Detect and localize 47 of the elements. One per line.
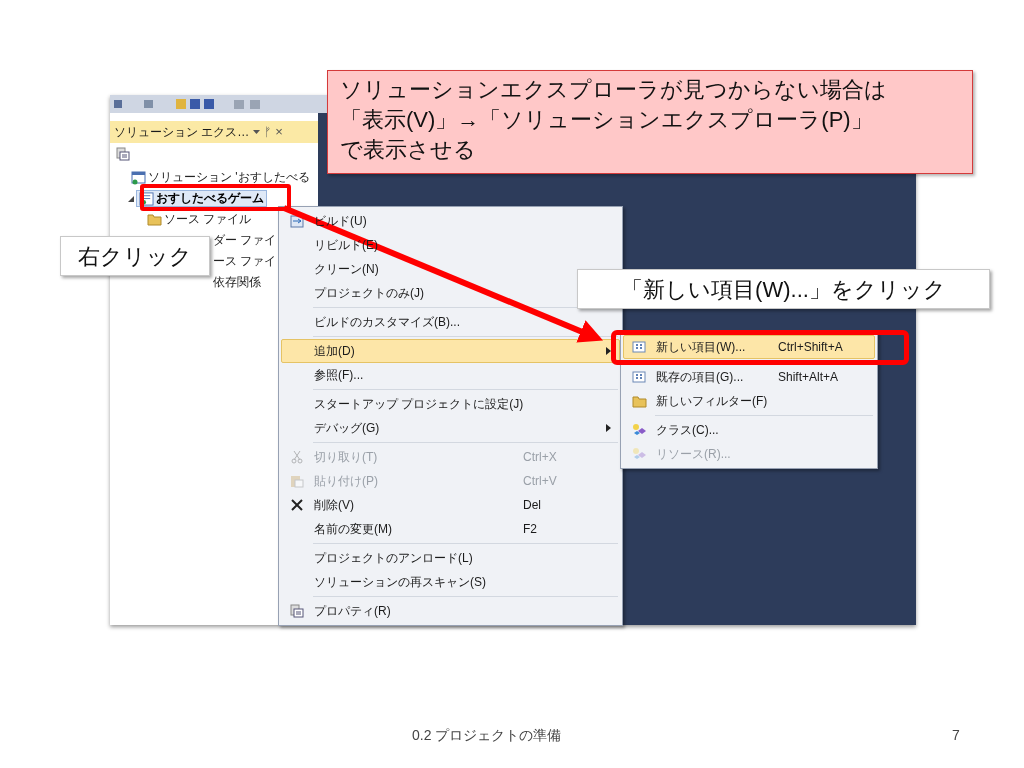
close-button[interactable]: × [275,122,283,142]
window-icon [290,214,304,228]
menu-item[interactable]: ビルドのカスタマイズ(B)... [281,310,620,334]
scissors-icon [290,450,304,464]
folder-icon [631,394,647,408]
page-number: 7 [952,726,960,745]
menu-item[interactable]: 削除(V) Del [281,493,620,517]
tree-item[interactable]: ース ファイ [210,253,280,270]
folder-icon [147,213,162,226]
delete-icon [291,499,303,511]
tree-item[interactable]: ソリューション 'おすしたべる [128,169,313,186]
tree-item[interactable]: ダー ファイ [210,232,280,249]
grid-icon [632,340,646,354]
pin-button[interactable]: ᚠ [264,123,272,141]
menu-item[interactable]: 追加(D) [281,339,620,363]
dropdown-icon[interactable] [253,130,261,134]
note-line: 「表示(V)」→「ソリューションエクスプローラ(P)」 [340,106,874,134]
menu-item[interactable]: 参照(F)... [281,363,620,387]
submenu-arrow-icon [606,424,611,432]
submenu-arrow-icon [606,347,611,355]
panel-title: ソリューション エクス… [114,124,250,141]
grid-icon [632,370,646,384]
tree-item[interactable]: おすしたべるゲーム [136,190,267,207]
menu-item[interactable]: 新しいフィルター(F) [623,389,875,413]
menu-item[interactable]: デバッグ(G) [281,416,620,440]
callout-tooltip: 「新しい項目(W)...」をクリック [577,269,990,309]
properties-icon [116,147,130,161]
menu-item[interactable]: 名前の変更(M) F2 [281,517,620,541]
tree-item[interactable]: ソース ファイル [144,211,255,228]
callout-tooltip: 右クリック [60,236,210,276]
solution-icon [131,170,146,185]
menu-item[interactable]: プロパティ(R) [281,599,620,623]
expand-triangle-icon[interactable] [128,195,134,202]
properties-icon [290,604,304,618]
menu-item[interactable]: クラス(C)... [623,418,875,442]
note-line: で表示させる [340,136,477,164]
menu-item[interactable]: ソリューションの再スキャン(S) [281,570,620,594]
menu-item[interactable]: プロジェクトのアンロード(L) [281,546,620,570]
class-icon [631,447,647,461]
menu-item[interactable]: スタートアップ プロジェクトに設定(J) [281,392,620,416]
note-line: ソリューションエクスプローラが見つからない場合は [340,76,888,104]
menu-item[interactable]: 既存の項目(G)... Shift+Alt+A [623,365,875,389]
clipboard-icon [290,474,304,488]
menu-item[interactable]: 新しい項目(W)... Ctrl+Shift+A [623,335,875,359]
class-icon [631,423,647,437]
footer-title: 0.2 プロジェクトの準備 [412,726,562,745]
tree-item[interactable]: 依存関係 [210,274,264,291]
